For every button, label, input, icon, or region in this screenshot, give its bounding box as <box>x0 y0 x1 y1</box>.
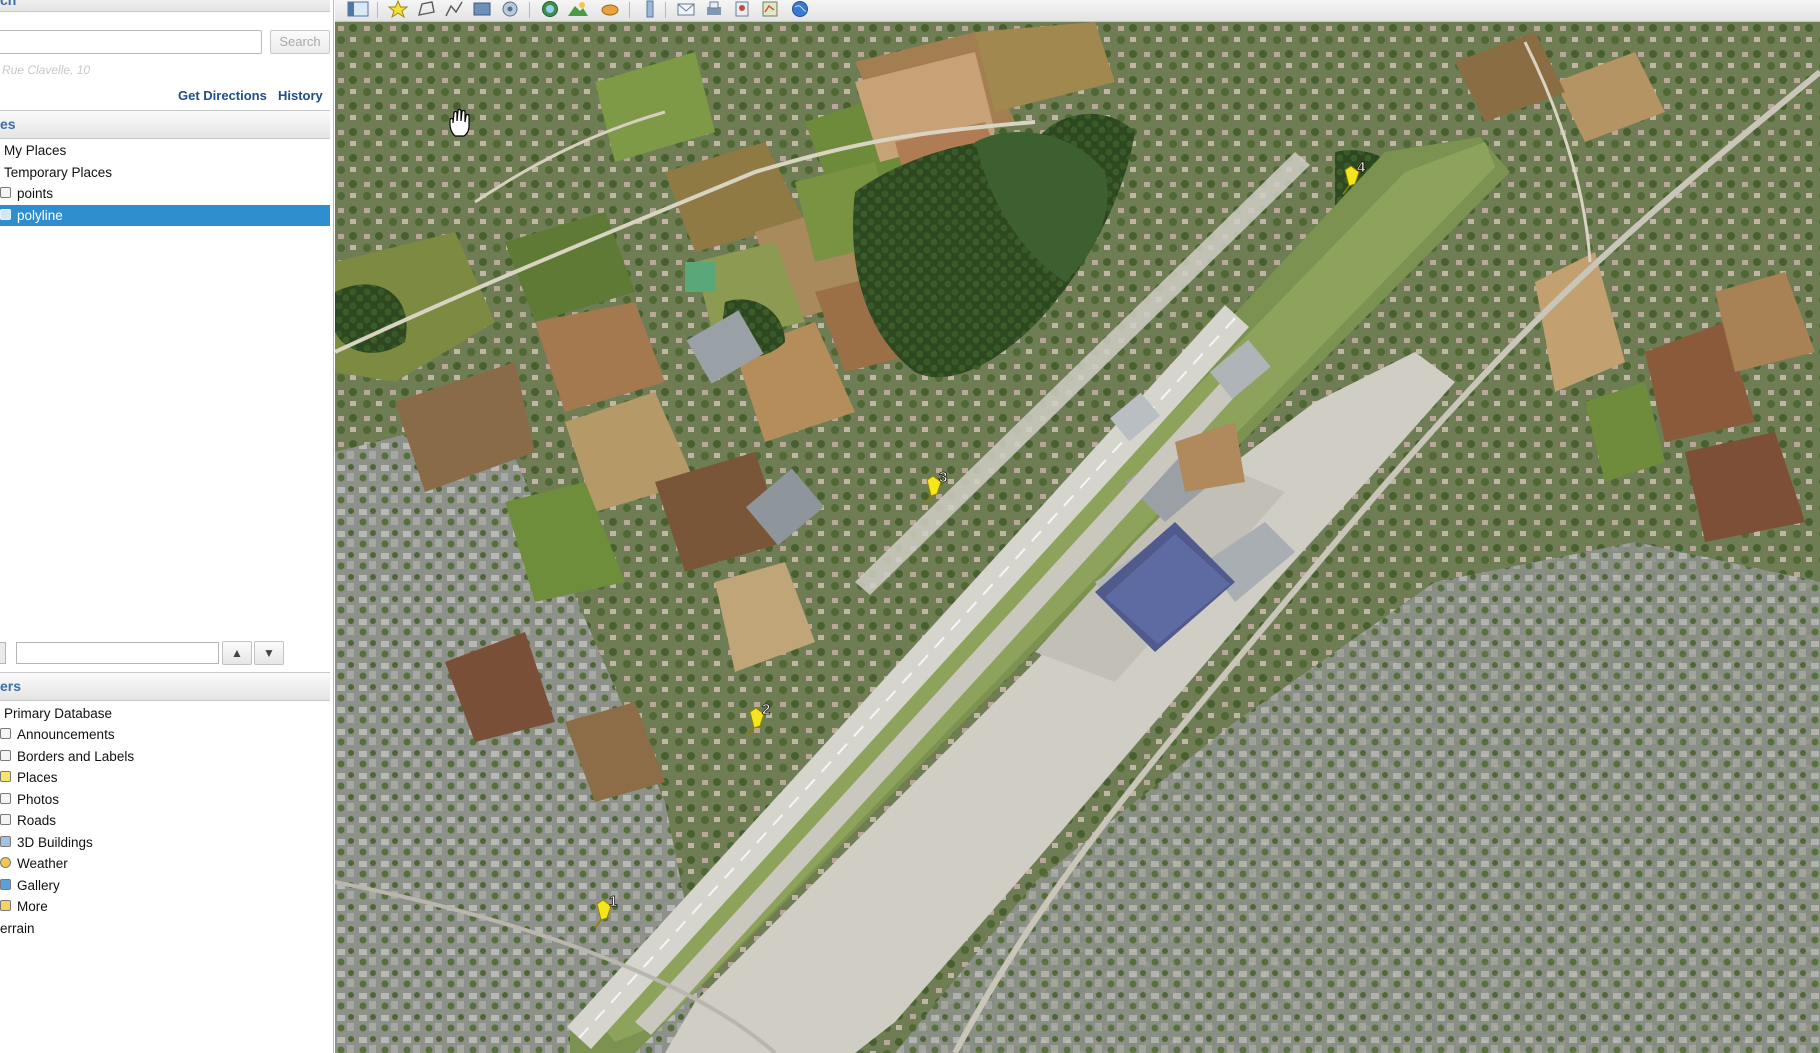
layer-label: Announcements <box>17 727 115 742</box>
tree-item-my-places[interactable]: My Places <box>4 140 66 161</box>
layer-gallery[interactable]: Gallery <box>0 875 60 896</box>
path-icon[interactable] <box>441 0 467 20</box>
layer-label: Places <box>17 770 58 785</box>
move-down-button[interactable]: ▼ <box>254 641 284 665</box>
email-icon[interactable] <box>673 0 699 20</box>
layer-label: Roads <box>17 813 57 828</box>
layer-roads[interactable]: Roads <box>0 810 57 831</box>
sunlight-icon[interactable] <box>565 0 591 20</box>
layer-3d-buildings[interactable]: 3D Buildings <box>0 832 93 853</box>
layer-label: Weather <box>17 856 68 871</box>
record-tour-icon[interactable] <box>497 0 523 20</box>
tree-item-points[interactable]: points <box>0 183 54 204</box>
layer-borders-and-labels[interactable]: Borders and Labels <box>0 746 135 767</box>
checkbox-icon[interactable] <box>0 814 11 825</box>
layer-more[interactable]: More <box>0 896 48 917</box>
checkbox-icon[interactable] <box>0 187 11 198</box>
layer-announcements[interactable]: Announcements <box>0 724 115 745</box>
placemark-label: 2 <box>762 701 770 718</box>
search-button[interactable]: Search <box>270 30 330 54</box>
checkbox-icon[interactable] <box>0 750 11 761</box>
placemark-label: 3 <box>939 469 947 486</box>
polygon-icon[interactable] <box>413 0 439 20</box>
tree-item-label: Temporary Places <box>4 165 113 180</box>
earth-icon[interactable] <box>787 0 813 20</box>
toolbar-separator <box>529 2 530 18</box>
toolbar-separator <box>665 2 666 18</box>
layer-terrain[interactable]: errain <box>0 918 35 939</box>
tree-item-polyline[interactable]: polyline <box>0 205 330 226</box>
layer-photos[interactable]: Photos <box>0 789 60 810</box>
layer-label: Primary Database <box>4 706 113 721</box>
search-input[interactable] <box>0 30 262 54</box>
layer-label: 3D Buildings <box>17 835 93 850</box>
toolbar-separator <box>629 2 630 18</box>
historical-imagery-icon[interactable] <box>537 0 563 20</box>
layer-label: Borders and Labels <box>17 749 135 764</box>
places-header-label: es <box>0 116 16 132</box>
tree-item-label: polyline <box>17 208 63 223</box>
placemark-label: 1 <box>609 893 617 910</box>
layer-weather[interactable]: Weather <box>0 853 68 874</box>
checkbox-icon[interactable] <box>0 836 11 847</box>
checkbox-icon[interactable] <box>0 209 11 220</box>
arrow-up-icon: ▲ <box>231 646 243 660</box>
save-image-icon[interactable] <box>729 0 755 20</box>
toolbar-separator <box>377 2 378 18</box>
checkbox-icon[interactable] <box>0 900 11 911</box>
tree-item-label: points <box>17 186 54 201</box>
image-overlay-icon[interactable] <box>469 0 495 20</box>
places-nav-bar: ▲ ▼ <box>0 640 330 666</box>
layers-header-label: ers <box>0 678 22 694</box>
hand-cursor-icon <box>449 108 470 137</box>
print-icon[interactable] <box>701 0 727 20</box>
placemark-icon[interactable] <box>385 0 411 20</box>
google-earth-window: ch Search Rue Clavelle, 10 Get Direction… <box>0 0 1820 1053</box>
layer-places[interactable]: Places <box>0 767 58 788</box>
places-panel-header[interactable]: es <box>0 110 330 139</box>
layer-label: Photos <box>17 792 60 807</box>
move-up-button[interactable]: ▲ <box>222 641 252 665</box>
map-view[interactable]: 1 2 3 4 <box>335 22 1820 1053</box>
toolbar <box>335 0 1820 22</box>
placemark-label: 4 <box>1357 159 1366 176</box>
sidebar-toggle-icon[interactable] <box>345 0 371 20</box>
get-directions-link[interactable]: Get Directions <box>178 88 267 103</box>
checkbox-icon[interactable] <box>0 728 11 739</box>
tree-item-temporary-places[interactable]: Temporary Places <box>4 162 112 183</box>
sidebar: ch Search Rue Clavelle, 10 Get Direction… <box>0 0 334 1053</box>
ruler-icon[interactable] <box>637 0 663 20</box>
history-link[interactable]: History <box>278 88 323 103</box>
search-panel-header[interactable]: ch <box>0 0 330 12</box>
checkbox-icon[interactable] <box>0 793 11 804</box>
layer-label: errain <box>0 921 35 936</box>
checkbox-icon[interactable] <box>0 879 11 890</box>
tree-item-label: My Places <box>4 143 67 158</box>
arrow-down-icon: ▼ <box>263 646 275 660</box>
search-header-label: ch <box>0 0 17 8</box>
sun-icon[interactable] <box>0 857 11 868</box>
places-filter-input[interactable] <box>16 642 219 664</box>
places-filter-button[interactable] <box>0 642 6 664</box>
layer-label: Gallery <box>17 878 60 893</box>
search-hint: Rue Clavelle, 10 <box>2 63 91 77</box>
layer-primary-database[interactable]: Primary Database <box>4 703 112 724</box>
layer-label: More <box>17 899 48 914</box>
maps-icon[interactable] <box>757 0 783 20</box>
planets-icon[interactable] <box>597 0 623 20</box>
satellite-imagery: 1 2 3 4 <box>335 22 1820 1053</box>
layers-panel-header[interactable]: ers <box>0 672 330 701</box>
checkbox-icon[interactable] <box>0 771 11 782</box>
